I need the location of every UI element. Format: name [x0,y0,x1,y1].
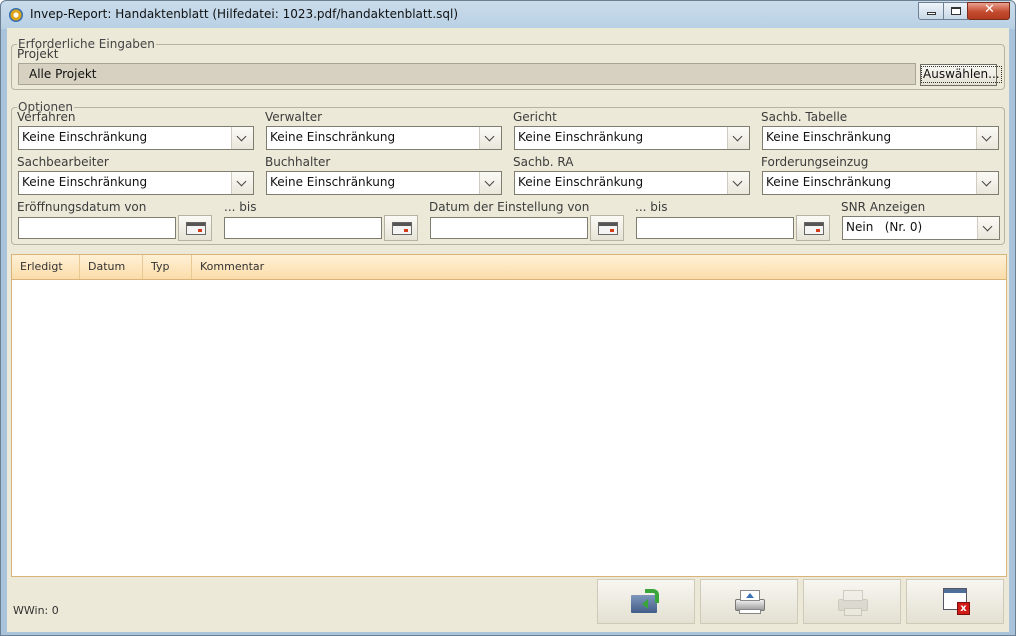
snr-anzeigen-value: Nein (Nr. 0) [846,220,923,234]
chevron-down-icon[interactable] [976,172,998,194]
buchhalter-value: Keine Einschränkung [270,175,396,189]
eroeffnung-bis-input[interactable] [224,217,382,239]
minimize-icon [927,12,936,15]
einstellung-bis-input[interactable] [636,217,794,239]
buchhalter-label: Buchhalter [265,155,331,169]
chevron-down-icon[interactable] [977,217,999,239]
folder-export-icon [631,589,661,613]
close-report-button[interactable]: x [906,579,1004,624]
column-header-typ[interactable]: Typ [143,255,192,279]
close-icon: ✕ [984,2,995,17]
projekt-field[interactable]: Alle Projekt [18,63,916,85]
sachb-ra-value: Keine Einschränkung [518,175,644,189]
chevron-down-icon[interactable] [231,172,253,194]
eroeffnung-bis-label: ... bis [224,200,257,214]
gericht-label: Gericht [513,110,557,124]
printer-icon [735,590,765,614]
calendar-icon [598,222,618,235]
table-header: Erledigt Datum Typ Kommentar [12,255,1006,280]
sachbearbeiter-value: Keine Einschränkung [22,175,148,189]
maximize-icon [951,7,961,15]
projekt-label: Projekt [17,47,59,61]
chevron-down-icon[interactable] [231,127,253,149]
calendar-icon [804,222,824,235]
einstellung-von-label: Datum der Einstellung von [429,200,590,214]
chevron-down-icon[interactable] [976,127,998,149]
chevron-down-icon[interactable] [727,127,749,149]
einstellung-von-calendar-button[interactable] [590,215,624,241]
snr-anzeigen-select[interactable]: Nein (Nr. 0) [842,216,1000,240]
sachb-ra-select[interactable]: Keine Einschränkung [514,171,750,195]
application-window: Invep-Report: Handaktenblatt (Hilfedatei… [0,0,1016,636]
chevron-down-icon[interactable] [479,127,501,149]
sachb-ra-label: Sachb. RA [513,155,574,169]
printer-disabled-icon [838,590,868,616]
results-table[interactable]: Erledigt Datum Typ Kommentar [11,254,1007,577]
eroeffnung-von-calendar-button[interactable] [178,215,212,241]
verwalter-value: Keine Einschränkung [270,130,396,144]
sachbearbeiter-select[interactable]: Keine Einschränkung [18,171,254,195]
forderungseinzug-select[interactable]: Keine Einschränkung [762,171,999,195]
verfahren-select[interactable]: Keine Einschränkung [18,126,254,150]
print-button[interactable] [700,579,798,624]
select-project-label: Auswählen... [921,66,1002,83]
maximize-button[interactable] [943,2,968,20]
verwalter-label: Verwalter [265,110,323,124]
eroeffnung-von-input[interactable] [18,217,176,239]
verfahren-value: Keine Einschränkung [22,130,148,144]
minimize-button[interactable] [918,2,944,20]
title-bar[interactable]: Invep-Report: Handaktenblatt (Hilfedatei… [1,1,1015,28]
gericht-select[interactable]: Keine Einschränkung [514,126,750,150]
close-window-button[interactable]: ✕ [967,2,1010,20]
verwalter-select[interactable]: Keine Einschränkung [266,126,502,150]
chevron-down-icon[interactable] [727,172,749,194]
snr-anzeigen-label: SNR Anzeigen [841,200,926,214]
verfahren-label: Verfahren [17,110,76,124]
forderungseinzug-value: Keine Einschränkung [766,175,892,189]
eroeffnung-von-label: Eröffnungsdatum von [17,200,147,214]
einstellung-von-input[interactable] [430,217,588,239]
print-preview-button [803,579,901,624]
export-button[interactable] [597,579,695,624]
column-header-kommentar[interactable]: Kommentar [192,255,332,279]
window-close-icon: x [943,588,971,615]
status-text: WWin: 0 [13,604,59,617]
sachb-tabelle-value: Keine Einschränkung [766,130,892,144]
window-title: Invep-Report: Handaktenblatt (Hilfedatei… [30,7,459,21]
client-area: Erforderliche Eingaben Projekt Alle Proj… [7,28,1009,632]
gericht-value: Keine Einschränkung [518,130,644,144]
sachbearbeiter-label: Sachbearbeiter [17,155,109,169]
sachb-tabelle-select[interactable]: Keine Einschränkung [762,126,999,150]
calendar-icon [186,222,206,235]
forderungseinzug-label: Forderungseinzug [761,155,869,169]
sachb-tabelle-label: Sachb. Tabelle [761,110,848,124]
app-icon [9,8,23,22]
select-project-button[interactable]: Auswählen... [920,64,1002,86]
column-header-datum[interactable]: Datum [80,255,143,279]
eroeffnung-bis-calendar-button[interactable] [384,215,418,241]
buchhalter-select[interactable]: Keine Einschränkung [266,171,502,195]
chevron-down-icon[interactable] [479,172,501,194]
einstellung-bis-label: ... bis [635,200,668,214]
einstellung-bis-calendar-button[interactable] [796,215,830,241]
calendar-icon [392,222,412,235]
column-header-erledigt[interactable]: Erledigt [12,255,80,279]
